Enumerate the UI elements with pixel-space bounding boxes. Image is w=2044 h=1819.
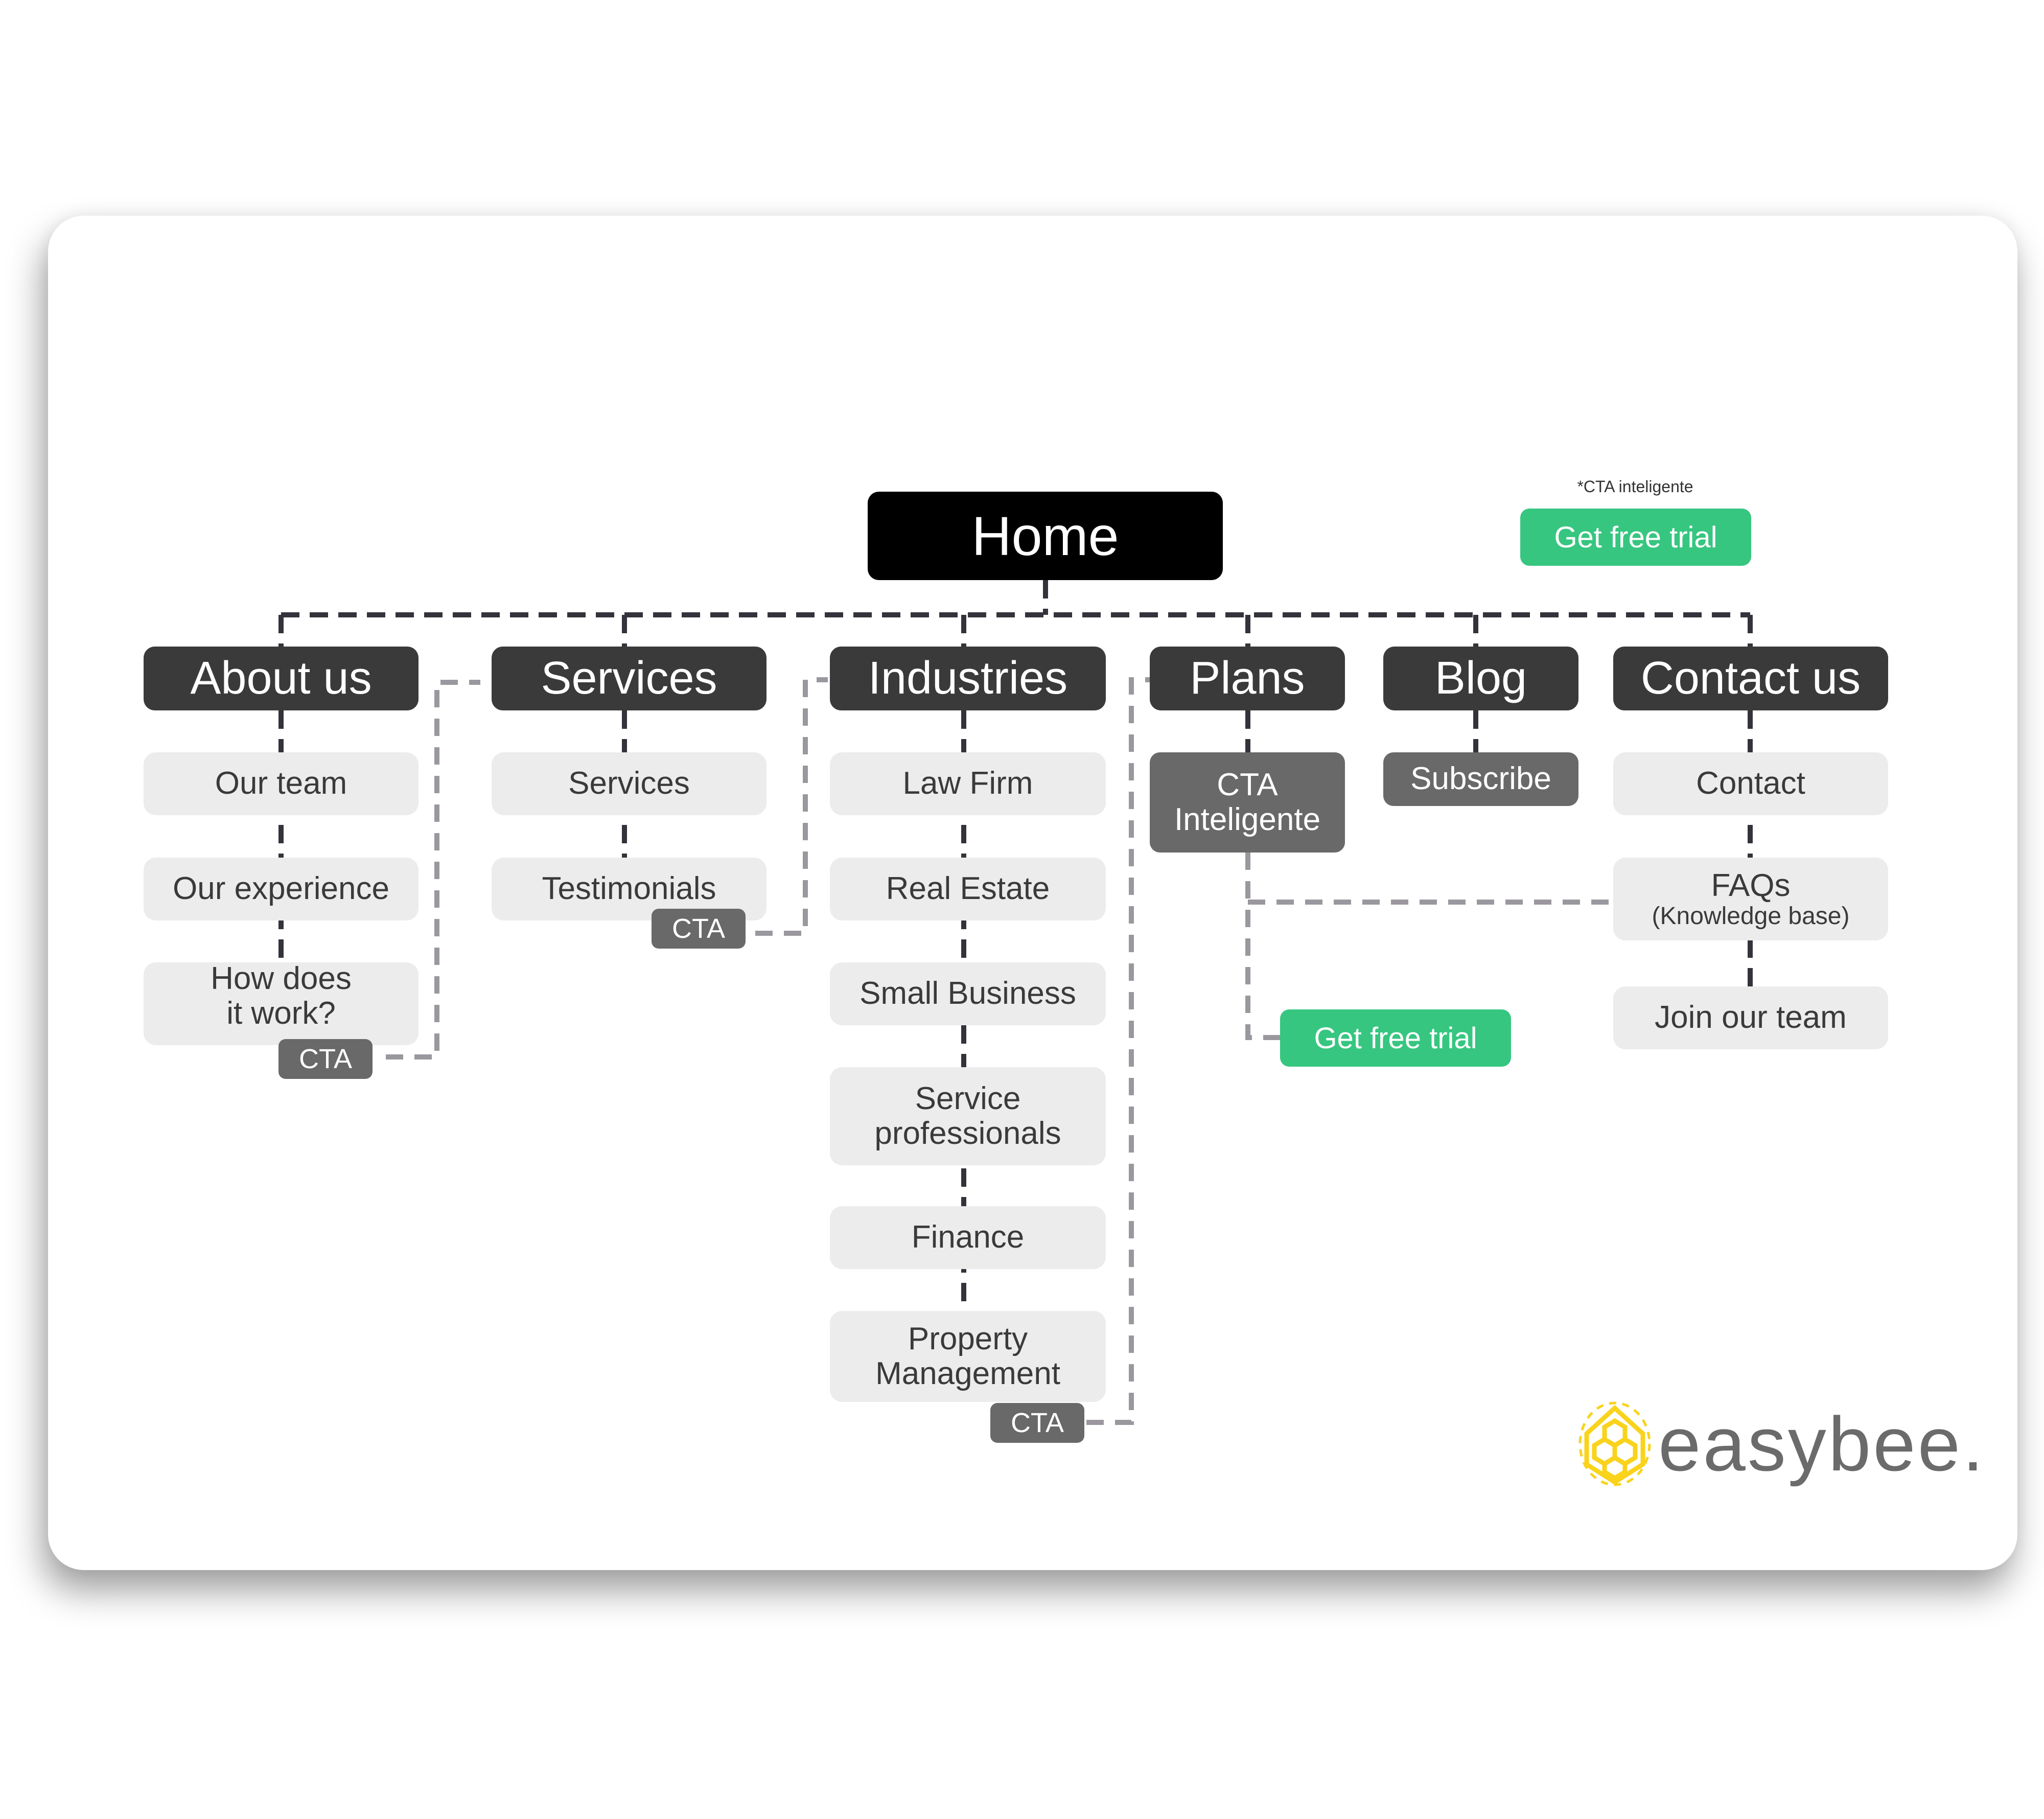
cta-badge-services[interactable]: CTA — [652, 909, 746, 949]
node-finance[interactable]: Finance — [830, 1206, 1106, 1269]
node-property-management-label: Property Management — [875, 1321, 1060, 1391]
node-service-professionals[interactable]: Service professionals — [830, 1067, 1106, 1165]
brand-name: easybee. — [1658, 1401, 1986, 1487]
node-our-team[interactable]: Our team — [144, 752, 419, 815]
node-law-firm[interactable]: Law Firm — [830, 752, 1106, 815]
node-how-does-it-work-label: How does it work? — [211, 960, 352, 1031]
get-free-trial-plans-button[interactable]: Get free trial — [1280, 1009, 1511, 1067]
cta-link-plans — [1245, 853, 1280, 1040]
node-cta-inteligente-label: CTA Inteligente — [1174, 767, 1321, 837]
header-contact-us[interactable]: Contact us — [1613, 647, 1888, 710]
node-faqs[interactable]: FAQs (Knowledge base) — [1613, 858, 1888, 940]
header-blog[interactable]: Blog — [1383, 647, 1578, 710]
node-real-estate[interactable]: Real Estate — [830, 858, 1106, 920]
home-node[interactable]: Home — [868, 492, 1223, 580]
cta-inteligente-note: *CTA inteligente — [1577, 477, 1693, 496]
node-join-our-team[interactable]: Join our team — [1613, 986, 1888, 1049]
honeycomb-icon — [1578, 1401, 1651, 1486]
header-industries[interactable]: Industries — [830, 647, 1106, 710]
header-plans[interactable]: Plans — [1150, 647, 1345, 710]
get-free-trial-legend-button[interactable]: Get free trial — [1520, 509, 1751, 566]
header-services[interactable]: Services — [492, 647, 766, 710]
node-our-experience[interactable]: Our experience — [144, 858, 419, 920]
header-about-us[interactable]: About us — [144, 647, 419, 710]
cta-badge-industries[interactable]: CTA — [990, 1403, 1084, 1443]
node-cta-inteligente[interactable]: CTA Inteligente — [1150, 752, 1345, 853]
node-service-professionals-label: Service professionals — [874, 1080, 1061, 1151]
node-faqs-sublabel: (Knowledge base) — [1652, 902, 1850, 930]
node-subscribe[interactable]: Subscribe — [1383, 752, 1578, 806]
node-services[interactable]: Services — [492, 752, 766, 815]
cta-badge-about[interactable]: CTA — [278, 1039, 373, 1079]
node-small-business[interactable]: Small Business — [830, 962, 1106, 1025]
node-property-management[interactable]: Property Management — [830, 1311, 1106, 1402]
node-faqs-label: FAQs — [1711, 867, 1791, 903]
node-how-does-it-work[interactable]: How does it work? — [144, 960, 419, 1045]
brand-logo: easybee. — [1576, 1400, 1986, 1487]
node-contact[interactable]: Contact — [1613, 752, 1888, 815]
